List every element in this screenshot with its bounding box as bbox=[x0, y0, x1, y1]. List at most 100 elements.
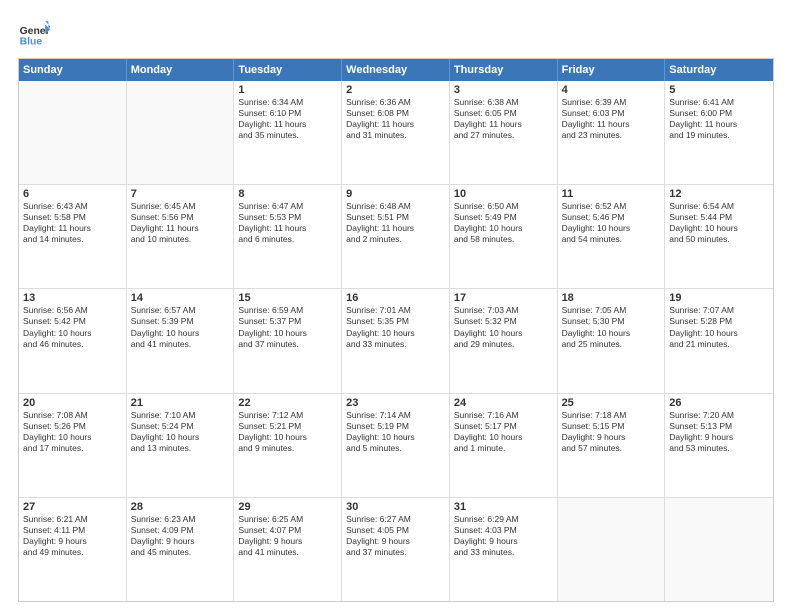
cell-line: Daylight: 9 hours bbox=[669, 432, 769, 443]
cell-line: and 57 minutes. bbox=[562, 443, 661, 454]
page-header: General Blue bbox=[18, 18, 774, 50]
cell-line: Sunset: 5:24 PM bbox=[131, 421, 230, 432]
cell-line: and 19 minutes. bbox=[669, 130, 769, 141]
day-cell-10: 10Sunrise: 6:50 AMSunset: 5:49 PMDayligh… bbox=[450, 185, 558, 288]
empty-cell bbox=[665, 498, 773, 601]
cell-line: Sunset: 5:49 PM bbox=[454, 212, 553, 223]
cell-line: Daylight: 11 hours bbox=[562, 119, 661, 130]
cell-line: Daylight: 10 hours bbox=[669, 223, 769, 234]
cell-line: Daylight: 10 hours bbox=[562, 328, 661, 339]
cell-line: and 10 minutes. bbox=[131, 234, 230, 245]
day-cell-2: 2Sunrise: 6:36 AMSunset: 6:08 PMDaylight… bbox=[342, 81, 450, 184]
day-cell-16: 16Sunrise: 7:01 AMSunset: 5:35 PMDayligh… bbox=[342, 289, 450, 392]
cell-line: and 6 minutes. bbox=[238, 234, 337, 245]
calendar-header: SundayMondayTuesdayWednesdayThursdayFrid… bbox=[19, 59, 773, 81]
cell-line: and 50 minutes. bbox=[669, 234, 769, 245]
day-cell-1: 1Sunrise: 6:34 AMSunset: 6:10 PMDaylight… bbox=[234, 81, 342, 184]
weekday-header-sunday: Sunday bbox=[19, 59, 127, 81]
cell-line: Sunset: 5:51 PM bbox=[346, 212, 445, 223]
cell-line: Sunrise: 7:08 AM bbox=[23, 410, 122, 421]
cell-line: Sunrise: 6:29 AM bbox=[454, 514, 553, 525]
day-cell-22: 22Sunrise: 7:12 AMSunset: 5:21 PMDayligh… bbox=[234, 394, 342, 497]
calendar-row-0: 1Sunrise: 6:34 AMSunset: 6:10 PMDaylight… bbox=[19, 81, 773, 185]
day-number: 4 bbox=[562, 84, 661, 96]
cell-line: Daylight: 11 hours bbox=[346, 223, 445, 234]
cell-line: Sunrise: 6:50 AM bbox=[454, 201, 553, 212]
cell-line: Daylight: 11 hours bbox=[23, 223, 122, 234]
logo: General Blue bbox=[18, 18, 50, 50]
cell-line: and 1 minute. bbox=[454, 443, 553, 454]
cell-line: Sunrise: 7:01 AM bbox=[346, 305, 445, 316]
cell-line: Sunset: 5:17 PM bbox=[454, 421, 553, 432]
cell-line: Daylight: 10 hours bbox=[562, 223, 661, 234]
cell-line: and 5 minutes. bbox=[346, 443, 445, 454]
cell-line: Daylight: 10 hours bbox=[346, 432, 445, 443]
cell-line: Sunset: 5:37 PM bbox=[238, 316, 337, 327]
cell-line: Sunrise: 6:43 AM bbox=[23, 201, 122, 212]
cell-line: Sunrise: 6:47 AM bbox=[238, 201, 337, 212]
day-number: 2 bbox=[346, 84, 445, 96]
cell-line: Sunset: 6:10 PM bbox=[238, 108, 337, 119]
cell-line: Sunset: 5:58 PM bbox=[23, 212, 122, 223]
cell-line: Daylight: 11 hours bbox=[346, 119, 445, 130]
day-cell-26: 26Sunrise: 7:20 AMSunset: 5:13 PMDayligh… bbox=[665, 394, 773, 497]
day-number: 16 bbox=[346, 292, 445, 304]
cell-line: Daylight: 10 hours bbox=[669, 328, 769, 339]
cell-line: and 17 minutes. bbox=[23, 443, 122, 454]
day-number: 24 bbox=[454, 397, 553, 409]
cell-line: and 9 minutes. bbox=[238, 443, 337, 454]
day-cell-13: 13Sunrise: 6:56 AMSunset: 5:42 PMDayligh… bbox=[19, 289, 127, 392]
cell-line: Sunset: 4:09 PM bbox=[131, 525, 230, 536]
weekday-header-thursday: Thursday bbox=[450, 59, 558, 81]
day-number: 23 bbox=[346, 397, 445, 409]
cell-line: Sunrise: 6:59 AM bbox=[238, 305, 337, 316]
day-cell-6: 6Sunrise: 6:43 AMSunset: 5:58 PMDaylight… bbox=[19, 185, 127, 288]
cell-line: and 46 minutes. bbox=[23, 339, 122, 350]
empty-cell bbox=[558, 498, 666, 601]
day-cell-20: 20Sunrise: 7:08 AMSunset: 5:26 PMDayligh… bbox=[19, 394, 127, 497]
day-cell-31: 31Sunrise: 6:29 AMSunset: 4:03 PMDayligh… bbox=[450, 498, 558, 601]
day-number: 25 bbox=[562, 397, 661, 409]
cell-line: Sunset: 4:07 PM bbox=[238, 525, 337, 536]
empty-cell bbox=[127, 81, 235, 184]
cell-line: and 37 minutes. bbox=[238, 339, 337, 350]
cell-line: Daylight: 10 hours bbox=[131, 432, 230, 443]
cell-line: and 41 minutes. bbox=[131, 339, 230, 350]
day-cell-4: 4Sunrise: 6:39 AMSunset: 6:03 PMDaylight… bbox=[558, 81, 666, 184]
cell-line: Sunrise: 6:41 AM bbox=[669, 97, 769, 108]
weekday-header-friday: Friday bbox=[558, 59, 666, 81]
cell-line: Sunrise: 6:45 AM bbox=[131, 201, 230, 212]
cell-line: Sunset: 5:21 PM bbox=[238, 421, 337, 432]
cell-line: Sunset: 6:00 PM bbox=[669, 108, 769, 119]
cell-line: Sunrise: 6:27 AM bbox=[346, 514, 445, 525]
svg-text:Blue: Blue bbox=[20, 36, 43, 47]
cell-line: Daylight: 10 hours bbox=[238, 328, 337, 339]
day-cell-14: 14Sunrise: 6:57 AMSunset: 5:39 PMDayligh… bbox=[127, 289, 235, 392]
cell-line: Daylight: 9 hours bbox=[346, 536, 445, 547]
cell-line: Daylight: 10 hours bbox=[23, 328, 122, 339]
cell-line: Sunrise: 6:23 AM bbox=[131, 514, 230, 525]
cell-line: Daylight: 11 hours bbox=[669, 119, 769, 130]
day-number: 12 bbox=[669, 188, 769, 200]
cell-line: and 35 minutes. bbox=[238, 130, 337, 141]
day-number: 9 bbox=[346, 188, 445, 200]
cell-line: Sunrise: 7:18 AM bbox=[562, 410, 661, 421]
day-number: 20 bbox=[23, 397, 122, 409]
cell-line: Sunrise: 6:36 AM bbox=[346, 97, 445, 108]
day-cell-17: 17Sunrise: 7:03 AMSunset: 5:32 PMDayligh… bbox=[450, 289, 558, 392]
cell-line: Sunset: 5:28 PM bbox=[669, 316, 769, 327]
day-number: 19 bbox=[669, 292, 769, 304]
cell-line: Sunset: 5:39 PM bbox=[131, 316, 230, 327]
day-cell-25: 25Sunrise: 7:18 AMSunset: 5:15 PMDayligh… bbox=[558, 394, 666, 497]
cell-line: Sunset: 5:42 PM bbox=[23, 316, 122, 327]
calendar-row-1: 6Sunrise: 6:43 AMSunset: 5:58 PMDaylight… bbox=[19, 185, 773, 289]
cell-line: and 2 minutes. bbox=[346, 234, 445, 245]
cell-line: and 53 minutes. bbox=[669, 443, 769, 454]
cell-line: Daylight: 10 hours bbox=[23, 432, 122, 443]
day-number: 7 bbox=[131, 188, 230, 200]
cell-line: and 21 minutes. bbox=[669, 339, 769, 350]
cell-line: Sunset: 5:44 PM bbox=[669, 212, 769, 223]
day-cell-19: 19Sunrise: 7:07 AMSunset: 5:28 PMDayligh… bbox=[665, 289, 773, 392]
cell-line: Daylight: 9 hours bbox=[562, 432, 661, 443]
cell-line: and 14 minutes. bbox=[23, 234, 122, 245]
